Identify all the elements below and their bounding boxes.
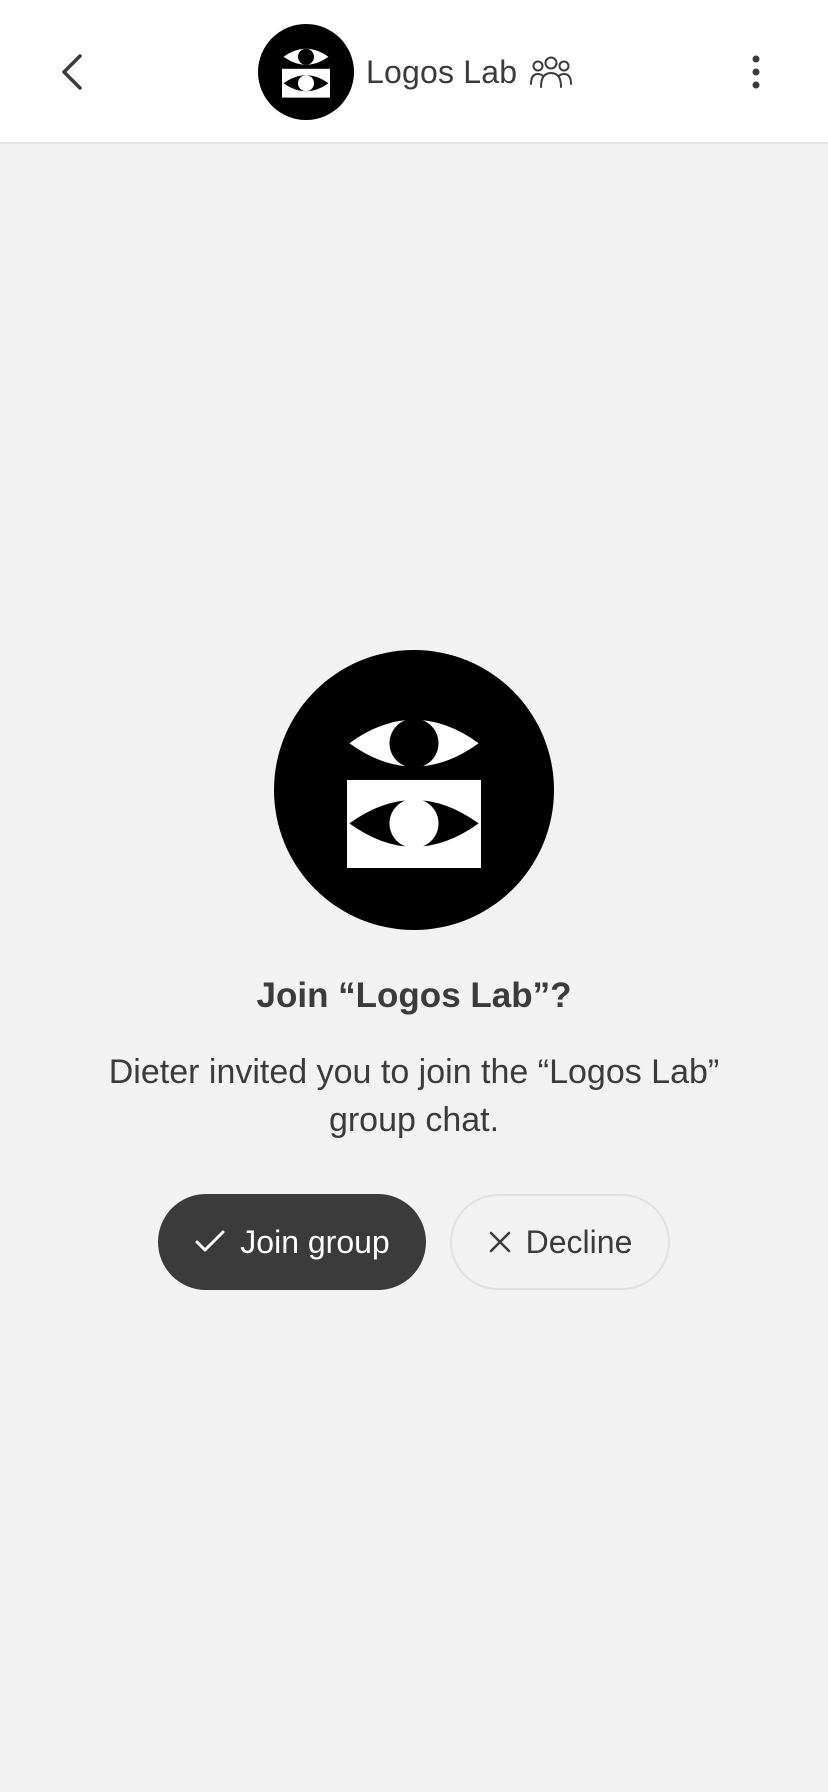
group-people-icon <box>529 50 573 94</box>
check-icon <box>194 1229 226 1255</box>
invite-description: Dieter invited you to join the “Logos La… <box>108 1053 720 1139</box>
eyes-logo-icon <box>282 48 330 98</box>
invite-group-avatar <box>274 650 554 930</box>
eyes-logo-icon <box>347 718 481 868</box>
invite-title: Join “Logos Lab”? <box>256 976 572 1015</box>
chevron-left-icon <box>62 54 82 90</box>
group-name: Logos Lab <box>366 53 518 90</box>
group-title-area[interactable]: Logos Lab <box>258 24 573 120</box>
group-avatar <box>258 24 354 120</box>
more-vertical-icon <box>752 55 760 89</box>
chat-header: Logos Lab <box>0 0 828 144</box>
decline-button[interactable]: Decline <box>450 1194 670 1290</box>
join-group-label: Join group <box>240 1223 390 1260</box>
back-button[interactable] <box>44 40 100 104</box>
join-group-button[interactable]: Join group <box>158 1194 426 1290</box>
more-options-button[interactable] <box>736 40 776 104</box>
decline-label: Decline <box>525 1223 633 1260</box>
close-icon <box>488 1230 512 1254</box>
